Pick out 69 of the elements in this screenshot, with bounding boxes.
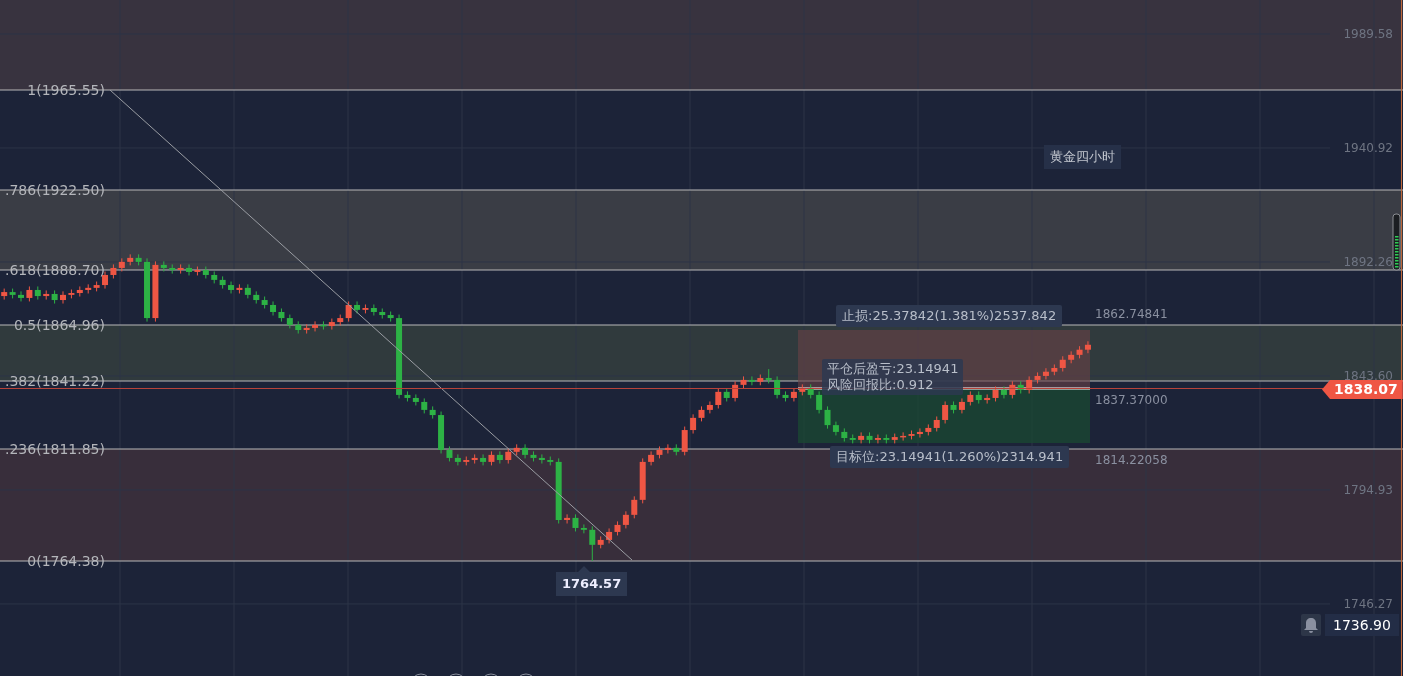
- candlestick: [824, 405, 831, 430]
- candlestick: [522, 443, 529, 459]
- candlestick: [681, 426, 688, 456]
- candlestick: [706, 400, 713, 414]
- fib-level-label: .786(1922.50): [5, 182, 105, 198]
- candlestick: [589, 525, 596, 562]
- fib-level-label: .618(1888.70): [5, 262, 105, 278]
- candlestick: [942, 400, 949, 424]
- candlestick: [790, 387, 797, 402]
- candlestick: [312, 320, 319, 332]
- price-axis-label: 1794.93: [1343, 482, 1393, 497]
- candlestick: [354, 300, 361, 314]
- price-axis-label: 1892.26: [1343, 254, 1393, 269]
- risk-reward-label: 风险回报比:0.912: [827, 377, 935, 393]
- alert-price-label: 1736.90: [1325, 614, 1399, 636]
- candlestick: [228, 281, 235, 294]
- candlestick: [412, 393, 419, 406]
- price-axis-label: 1940.92: [1343, 140, 1393, 155]
- candlestick: [715, 387, 722, 409]
- candlestick: [270, 300, 277, 316]
- candlestick: [186, 263, 193, 276]
- current-price-tag: 1838.07: [1322, 380, 1403, 399]
- candlestick: [958, 397, 965, 414]
- fib-level-label: .236(1811.85): [5, 441, 105, 457]
- candlestick: [1000, 385, 1007, 399]
- low-price-marker: 1764.57: [556, 566, 628, 596]
- candlestick: [816, 390, 823, 414]
- candlestick: [631, 495, 638, 519]
- candlestick: [858, 431, 865, 444]
- candlestick: [1026, 375, 1033, 394]
- target-label: 目标位:23.14941(1.260%)2314.941: [830, 446, 1070, 468]
- fib-level-label: .382(1841.22): [5, 373, 105, 389]
- price-axis-label: 1843.60: [1343, 368, 1393, 383]
- candlestick: [648, 450, 655, 466]
- candlestick: [345, 300, 352, 323]
- candlestick: [1084, 340, 1091, 354]
- fib-level-label: 0.5(1864.96): [13, 317, 105, 333]
- candlestick: [664, 443, 671, 454]
- candlestick: [732, 380, 739, 402]
- entry-price-label: 1837.37000: [1095, 392, 1168, 408]
- fib-level-label: 1(1965.55): [27, 82, 105, 98]
- candlestick: [496, 450, 503, 465]
- candlestick: [984, 393, 991, 405]
- candlestick: [370, 303, 377, 316]
- candlestick: [60, 290, 67, 305]
- candlestick: [580, 523, 587, 534]
- candlestick: [916, 427, 923, 439]
- candlestick: [874, 434, 881, 444]
- price-axis-label: 1989.58: [1343, 27, 1393, 41]
- fib-level-label: 0(1764.38): [27, 553, 105, 569]
- profit-loss-label: 平仓后盈亏:23.14941: [827, 361, 959, 377]
- candlestick: [1042, 367, 1049, 380]
- trend-line[interactable]: [109, 89, 633, 561]
- bell-icon[interactable]: [1301, 614, 1321, 636]
- stop-loss-label: 止损:25.37842(1.381%)2537.842: [836, 305, 1063, 327]
- stop-price-label: 1862.74841: [1095, 306, 1168, 322]
- scale-slider-icon[interactable]: [1392, 213, 1401, 271]
- candlestick: [564, 513, 571, 525]
- chart-title: 黄金四小时: [1044, 145, 1121, 169]
- price-axis-label: 1746.27: [1343, 596, 1393, 611]
- candlestick: [748, 375, 755, 386]
- candlestick: [18, 290, 24, 302]
- candlestick: [690, 413, 697, 435]
- target-price-label: 1814.22058: [1095, 452, 1168, 468]
- candlestick: [480, 453, 487, 466]
- candlestick: [774, 375, 781, 399]
- candlestick: [454, 453, 461, 466]
- candlestick: [538, 453, 545, 465]
- candlestick: [102, 270, 109, 290]
